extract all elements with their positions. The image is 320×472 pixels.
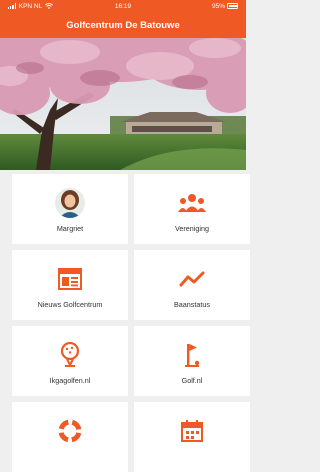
tile-calendar[interactable] <box>134 402 250 472</box>
wifi-icon <box>45 3 54 9</box>
tile-margriet[interactable]: Margriet <box>12 174 128 244</box>
people-icon <box>178 194 206 212</box>
tile-golf-nl[interactable]: Golf.nl <box>134 326 250 396</box>
app-header: Golfcentrum De Batouwe <box>0 12 246 38</box>
tile-help[interactable] <box>12 402 128 472</box>
battery-icon <box>227 3 239 9</box>
trend-icon <box>179 271 205 287</box>
tile-ikgagolfen[interactable]: Ikgagolfen.nl <box>12 326 128 396</box>
tile-label: Golf.nl <box>181 376 203 385</box>
hero-image <box>0 38 246 170</box>
calendar-icon <box>181 420 203 442</box>
tile-label: Vereniging <box>175 224 209 233</box>
lifebuoy-icon <box>58 419 82 443</box>
clubhouse-photo <box>0 38 246 170</box>
status-bar: KPN NL 16:19 95% <box>0 0 246 12</box>
battery-percent: 95% <box>212 2 226 10</box>
carrier-label: KPN NL <box>18 2 43 10</box>
tile-label: Baanstatus <box>174 300 210 309</box>
tile-nieuws-golfcentrum[interactable]: Nieuws Golfcentrum <box>12 250 128 320</box>
avatar <box>55 188 85 218</box>
signal-icon <box>8 3 16 9</box>
golf-flag-icon <box>185 344 200 367</box>
tile-label: Nieuws Golfcentrum <box>37 300 103 309</box>
tile-vereniging[interactable]: Vereniging <box>134 174 250 244</box>
clock: 16:19 <box>114 2 132 10</box>
tile-baanstatus[interactable]: Baanstatus <box>134 250 250 320</box>
page-title: Golfcentrum De Batouwe <box>66 19 180 31</box>
tile-label: Margriet <box>56 224 84 233</box>
news-icon <box>58 268 82 290</box>
golf-ball-icon <box>60 342 80 368</box>
tile-label: Ikgagolfen.nl <box>49 376 91 385</box>
